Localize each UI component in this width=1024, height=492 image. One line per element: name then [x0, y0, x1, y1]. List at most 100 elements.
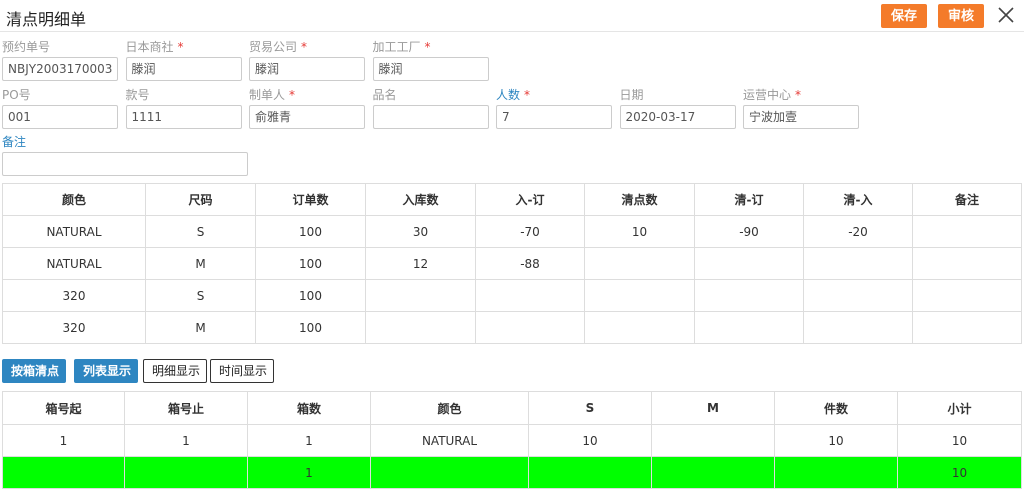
- save-button[interactable]: 保存: [881, 4, 928, 28]
- box-count-button[interactable]: 按箱清点: [2, 359, 66, 383]
- detail-cell[interactable]: [912, 311, 1022, 344]
- detail-col-header[interactable]: 清-入: [803, 183, 913, 216]
- box-row[interactable]: 1 1 1 NATURAL 10 10 10: [2, 424, 1022, 457]
- box-cell[interactable]: 1: [247, 424, 371, 457]
- po-no-label: PO号: [2, 88, 118, 102]
- detail-cell[interactable]: [365, 279, 476, 312]
- time-view-button[interactable]: 时间显示: [210, 359, 274, 383]
- box-total-cell[interactable]: 1: [247, 456, 371, 489]
- review-button[interactable]: 审核: [938, 4, 985, 28]
- detail-cell[interactable]: NATURAL: [2, 247, 146, 280]
- detail-cell[interactable]: 320: [2, 311, 146, 344]
- detail-cell[interactable]: -20: [803, 215, 913, 248]
- detail-cell[interactable]: [803, 279, 913, 312]
- detail-cell[interactable]: [475, 279, 585, 312]
- box-total-cell[interactable]: 10: [897, 456, 1022, 489]
- detail-cell[interactable]: S: [145, 215, 256, 248]
- detail-cell[interactable]: 30: [365, 215, 476, 248]
- detail-col-header[interactable]: 订单数: [255, 183, 366, 216]
- box-col-header[interactable]: 箱号起: [2, 391, 125, 425]
- detail-cell[interactable]: -70: [475, 215, 585, 248]
- detail-cell[interactable]: 10: [584, 215, 695, 248]
- trade-company-input[interactable]: 滕润: [249, 57, 365, 81]
- detail-cell[interactable]: [803, 247, 913, 280]
- box-total-cell[interactable]: [528, 456, 652, 489]
- detail-row[interactable]: NATURAL S 100 30 -70 10 -90 -20: [2, 215, 1022, 248]
- box-col-header[interactable]: 颜色: [370, 391, 529, 425]
- detail-cell[interactable]: 100: [255, 215, 366, 248]
- box-col-header[interactable]: 箱数: [247, 391, 371, 425]
- japan-trader-input[interactable]: 滕润: [125, 57, 242, 81]
- detail-cell[interactable]: [694, 279, 804, 312]
- box-cell[interactable]: NATURAL: [370, 424, 529, 457]
- detail-cell[interactable]: [365, 311, 476, 344]
- detail-cell[interactable]: -90: [694, 215, 804, 248]
- box-col-header[interactable]: S: [528, 391, 652, 425]
- detail-col-header[interactable]: 颜色: [2, 183, 146, 216]
- detail-col-header[interactable]: 备注: [912, 183, 1022, 216]
- detail-cell[interactable]: [694, 311, 804, 344]
- detail-col-header[interactable]: 入-订: [475, 183, 585, 216]
- date-field: 日期 2020-03-17: [619, 88, 736, 129]
- box-col-header[interactable]: M: [651, 391, 775, 425]
- box-total-cell[interactable]: [124, 456, 248, 489]
- box-cell[interactable]: 1: [124, 424, 248, 457]
- detail-cell[interactable]: [912, 215, 1022, 248]
- detail-col-header[interactable]: 清点数: [584, 183, 695, 216]
- detail-cell[interactable]: S: [145, 279, 256, 312]
- detail-cell[interactable]: [912, 279, 1022, 312]
- box-cell[interactable]: [651, 424, 775, 457]
- detail-cell[interactable]: [912, 247, 1022, 280]
- detail-cell[interactable]: M: [145, 311, 256, 344]
- ops-center-input[interactable]: 宁波加壹: [743, 105, 859, 129]
- detail-cell[interactable]: [475, 311, 585, 344]
- box-col-header[interactable]: 箱号止: [124, 391, 248, 425]
- detail-cell[interactable]: [803, 311, 913, 344]
- detail-cell[interactable]: 12: [365, 247, 476, 280]
- box-cell[interactable]: 1: [2, 424, 125, 457]
- detail-row[interactable]: NATURAL M 100 12 -88: [2, 247, 1022, 280]
- box-total-cell[interactable]: [2, 456, 125, 489]
- box-col-header[interactable]: 小计: [897, 391, 1022, 425]
- detail-row[interactable]: 320 S 100: [2, 279, 1022, 312]
- detail-col-header[interactable]: 尺码: [145, 183, 256, 216]
- detail-cell[interactable]: 100: [255, 247, 366, 280]
- remark-input[interactable]: [2, 152, 248, 176]
- box-table: 箱号起 箱号止 箱数 颜色 S M 件数 小计 1 1 1 NATURAL 10 10 10 1 10: [2, 391, 1022, 489]
- close-icon[interactable]: [996, 5, 1016, 25]
- factory-label-text: 加工工厂: [372, 40, 421, 54]
- box-total-cell[interactable]: [370, 456, 529, 489]
- box-total-row[interactable]: 1 10: [2, 456, 1022, 489]
- product-name-input[interactable]: [372, 105, 489, 129]
- detail-view-button[interactable]: 明细显示: [143, 359, 207, 383]
- factory-input[interactable]: 滕润: [372, 57, 489, 81]
- detail-cell[interactable]: [584, 279, 695, 312]
- box-cell[interactable]: 10: [528, 424, 652, 457]
- detail-cell[interactable]: [694, 247, 804, 280]
- detail-col-header[interactable]: 入库数: [365, 183, 476, 216]
- box-total-cell[interactable]: [774, 456, 898, 489]
- booking-no-field: 预约单号 NBJY2003170003: [2, 40, 118, 81]
- booking-no-input[interactable]: NBJY2003170003: [2, 57, 118, 81]
- detail-cell[interactable]: [584, 311, 695, 344]
- detail-row[interactable]: 320 M 100: [2, 311, 1022, 344]
- detail-col-header[interactable]: 清-订: [694, 183, 804, 216]
- date-input[interactable]: 2020-03-17: [619, 105, 736, 129]
- box-cell[interactable]: 10: [774, 424, 898, 457]
- box-col-header[interactable]: 件数: [774, 391, 898, 425]
- headcount-input[interactable]: 7: [496, 105, 612, 129]
- detail-cell[interactable]: 100: [255, 279, 366, 312]
- detail-cell[interactable]: NATURAL: [2, 215, 146, 248]
- box-cell[interactable]: 10: [897, 424, 1022, 457]
- detail-cell[interactable]: M: [145, 247, 256, 280]
- po-no-input[interactable]: 001: [2, 105, 118, 129]
- required-mark: *: [177, 40, 184, 54]
- detail-cell[interactable]: 100: [255, 311, 366, 344]
- list-view-button[interactable]: 列表显示: [74, 359, 138, 383]
- style-no-input[interactable]: 1111: [125, 105, 242, 129]
- detail-cell[interactable]: 320: [2, 279, 146, 312]
- detail-cell[interactable]: -88: [475, 247, 585, 280]
- creator-input[interactable]: 俞雅青: [249, 105, 365, 129]
- detail-cell[interactable]: [584, 247, 695, 280]
- box-total-cell[interactable]: [651, 456, 775, 489]
